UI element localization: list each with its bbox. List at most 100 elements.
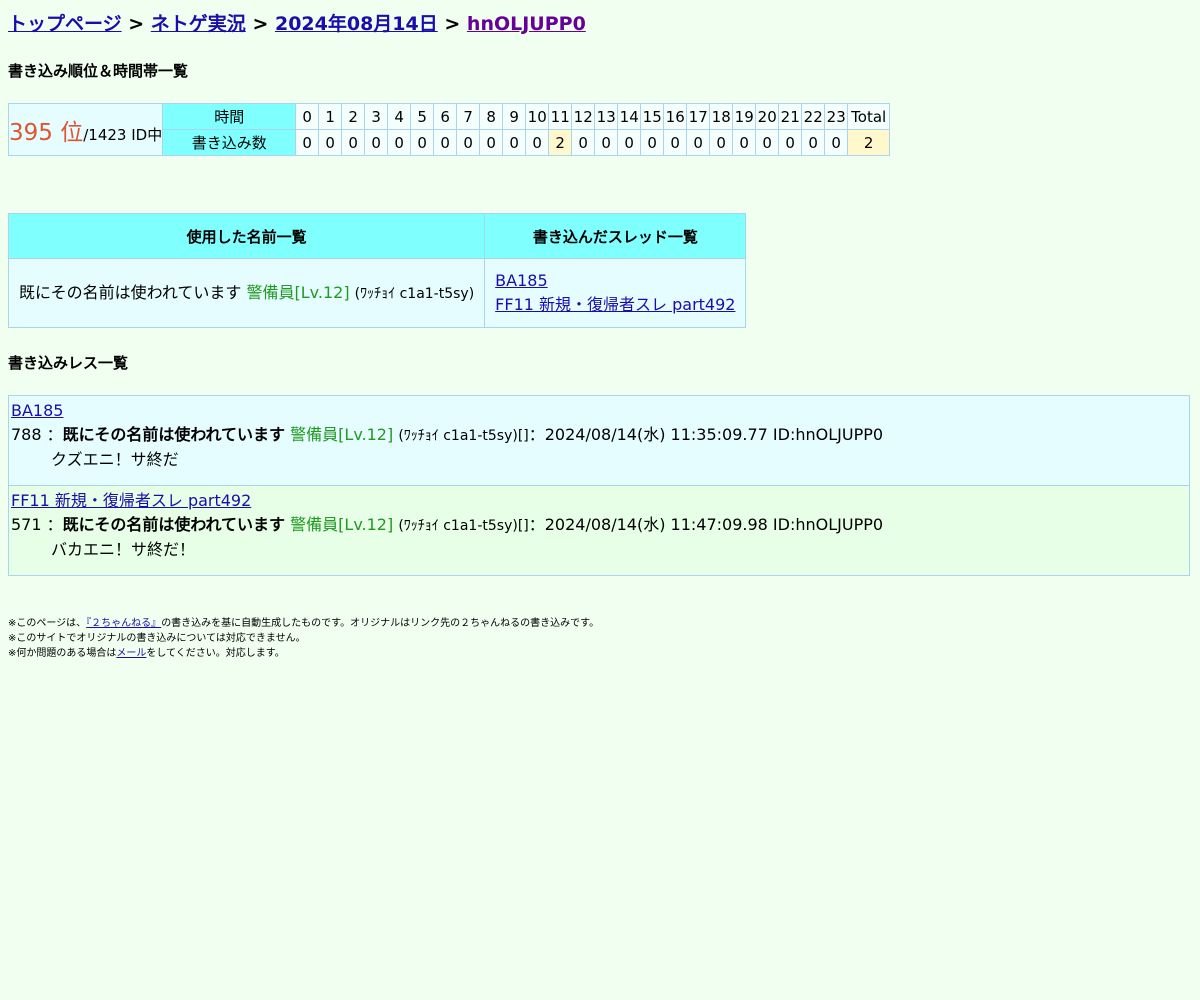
hour-header: 19 — [732, 103, 757, 130]
names-cell: 既にその名前は使われています 警備員[Lv.12] (ﾜｯﾁｮｲ c1a1-t5… — [7, 258, 486, 328]
hour-count: 0 — [778, 129, 803, 156]
hour-header: 14 — [617, 103, 642, 130]
breadcrumb-separator: > — [444, 13, 461, 35]
posts-section-heading: 書き込みレス一覧 — [8, 354, 129, 372]
rank-section-heading: 書き込み順位＆時間帯一覧 — [8, 62, 189, 80]
2ch-link[interactable]: 『２ちゃんねる』 — [86, 618, 161, 629]
hour-header: 5 — [410, 103, 435, 130]
post-thread-link[interactable]: FF11 新規・復帰者スレ part492 — [11, 491, 251, 510]
post-level: 警備員[Lv.12] — [290, 425, 394, 444]
hour-count: 0 — [755, 129, 780, 156]
footer-line-1: ※このページは、『２ちゃんねる』の書き込みを基に自動生成したものです。オリジナル… — [8, 616, 1192, 631]
footer-notes: ※このページは、『２ちゃんねる』の書き込みを基に自動生成したものです。オリジナル… — [8, 616, 1192, 661]
name-trip: (ﾜｯﾁｮｲ c1a1-t5sy) — [354, 285, 475, 302]
rank-cell: 395 位/1423 ID中 — [7, 103, 164, 156]
hour-count: 0 — [433, 129, 458, 156]
total-count: 2 — [847, 129, 891, 156]
post-name: 既にその名前は使われています — [62, 515, 286, 534]
breadcrumb: トップページ > ネトゲ実況 > 2024年08月14日 > hnOLJUPP0 — [8, 10, 1192, 38]
hour-count: 0 — [364, 129, 389, 156]
hour-count: 0 — [686, 129, 711, 156]
hour-header: 4 — [387, 103, 412, 130]
post-colon: ： — [46, 515, 63, 534]
rank-table: 395 位/1423 ID中 時間 0 1 2 3 4 5 6 7 8 9 10… — [7, 103, 891, 156]
hour-header: 9 — [502, 103, 527, 130]
hour-header: 22 — [801, 103, 826, 130]
posts-list: BA185 788 ：既にその名前は使われています 警備員[Lv.12] (ﾜｯ… — [8, 395, 1190, 576]
hour-header: 12 — [571, 103, 596, 130]
post-body: バカエニ！サ終だ！ — [51, 540, 196, 559]
used-name: 既にその名前は使われています — [19, 282, 242, 302]
hour-count: 0 — [663, 129, 688, 156]
breadcrumb-date-link[interactable]: 2024年08月14日 — [275, 13, 438, 35]
hour-header: 21 — [778, 103, 803, 130]
footer-text: をしてください。対応します。 — [146, 648, 285, 659]
post-number: 788 — [11, 425, 42, 444]
breadcrumb-separator: > — [128, 13, 145, 35]
post-colon: ： — [46, 425, 63, 444]
breadcrumb-separator: > — [252, 13, 269, 35]
hour-count: 0 — [387, 129, 412, 156]
post-number: 571 — [11, 515, 42, 534]
hour-header: 15 — [640, 103, 665, 130]
hour-header: 6 — [433, 103, 458, 130]
hour-header: 23 — [824, 103, 849, 130]
hour-count: 0 — [617, 129, 642, 156]
hour-header: 7 — [456, 103, 481, 130]
post-item: FF11 新規・復帰者スレ part492 571 ：既にその名前は使われていま… — [8, 486, 1190, 576]
footer-text: の書き込みを基に自動生成したものです。オリジナルはリンク先の２ちゃんねるの書き込… — [161, 618, 600, 629]
hour-count: 0 — [525, 129, 550, 156]
hour-header: 17 — [686, 103, 711, 130]
rank-hours-row: 395 位/1423 ID中 時間 0 1 2 3 4 5 6 7 8 9 10… — [7, 103, 891, 156]
hour-header: 11 — [548, 103, 573, 130]
hour-count: 0 — [318, 129, 343, 156]
footer-line-3: ※何か問題のある場合はメールをしてください。対応します。 — [8, 646, 1192, 661]
hour-count: 0 — [479, 129, 504, 156]
breadcrumb-id-link[interactable]: hnOLJUPP0 — [467, 13, 586, 35]
hour-count: 0 — [341, 129, 366, 156]
breadcrumb-board-link[interactable]: ネトゲ実況 — [151, 13, 246, 35]
footer-text: ※何か問題のある場合は — [8, 648, 117, 659]
post-body: クズエニ！サ終だ — [51, 450, 179, 469]
time-label: 時間 — [162, 103, 297, 130]
hour-count: 2 — [548, 129, 573, 156]
hour-count: 0 — [709, 129, 734, 156]
hour-count: 0 — [594, 129, 619, 156]
hour-header: 3 — [364, 103, 389, 130]
hour-header: 16 — [663, 103, 688, 130]
hour-count: 0 — [456, 129, 481, 156]
hour-header: 1 — [318, 103, 343, 130]
breadcrumb-top-link[interactable]: トップページ — [8, 13, 122, 35]
post-meta: ：2024/08/14(水) 11:35:09.77 ID:hnOLJUPP0 — [528, 425, 884, 444]
thread-link[interactable]: FF11 新規・復帰者スレ part492 — [495, 295, 735, 314]
hour-header: 0 — [295, 103, 320, 130]
post-item: BA185 788 ：既にその名前は使われています 警備員[Lv.12] (ﾜｯ… — [8, 395, 1190, 486]
hour-header: 10 — [525, 103, 550, 130]
hour-count: 0 — [410, 129, 435, 156]
hour-count: 0 — [824, 129, 849, 156]
hour-header: 13 — [594, 103, 619, 130]
count-label: 書き込み数 — [162, 129, 297, 156]
hour-count: 0 — [295, 129, 320, 156]
hour-count: 0 — [640, 129, 665, 156]
hour-count: 0 — [801, 129, 826, 156]
hour-header: 20 — [755, 103, 780, 130]
footer-line-2: ※このサイトでオリジナルの書き込みについては対応できません。 — [8, 633, 306, 644]
hour-header: 8 — [479, 103, 504, 130]
post-thread-link[interactable]: BA185 — [11, 401, 63, 420]
hour-header: 18 — [709, 103, 734, 130]
names-header: 使用した名前一覧 — [7, 213, 486, 259]
thread-link[interactable]: BA185 — [495, 271, 547, 290]
hour-count: 0 — [571, 129, 596, 156]
hour-count: 0 — [732, 129, 757, 156]
threads-cell: BA185 FF11 新規・復帰者スレ part492 — [484, 258, 747, 328]
post-name: 既にその名前は使われています — [62, 425, 286, 444]
post-meta: ：2024/08/14(水) 11:47:09.98 ID:hnOLJUPP0 — [528, 515, 884, 534]
mail-link[interactable]: メール — [116, 648, 146, 659]
post-trip: (ﾜｯﾁｮｲ c1a1-t5sy)[] — [398, 428, 529, 444]
post-trip: (ﾜｯﾁｮｲ c1a1-t5sy)[] — [398, 518, 529, 534]
rank-value: 395 位 — [9, 119, 84, 146]
total-header: Total — [847, 103, 891, 130]
hour-count: 0 — [502, 129, 527, 156]
rank-total: /1423 ID中 — [83, 125, 163, 144]
